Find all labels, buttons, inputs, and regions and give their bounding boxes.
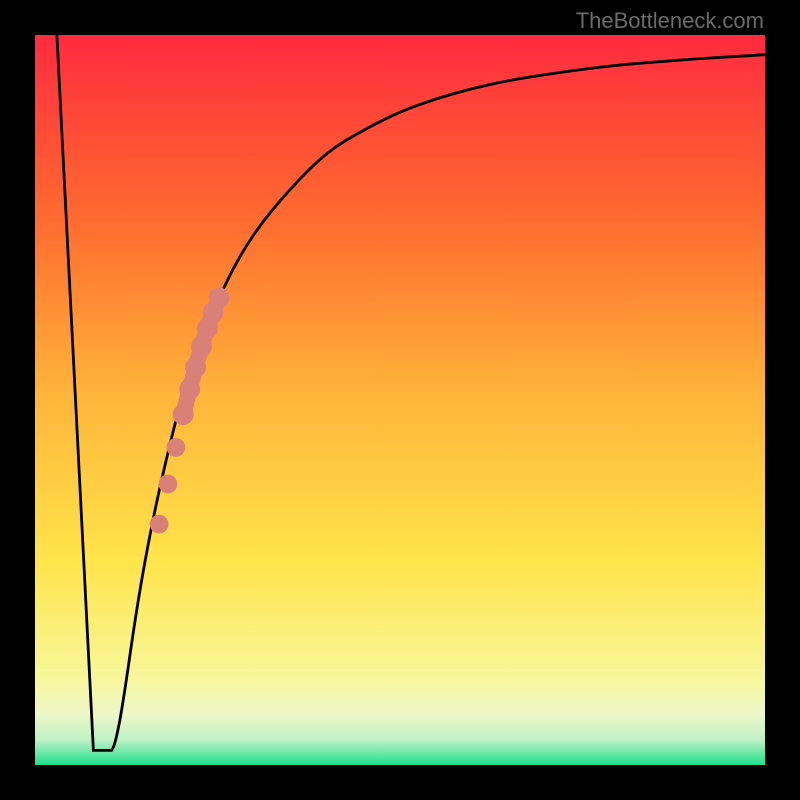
highlight-dots xyxy=(150,287,230,533)
highlight-dot xyxy=(185,357,206,378)
highlight-dot xyxy=(173,404,194,425)
plot-area xyxy=(35,35,765,765)
highlight-dot xyxy=(150,515,169,534)
highlight-dot xyxy=(158,475,177,494)
highlight-dot xyxy=(191,336,212,357)
highlight-dot xyxy=(208,287,229,308)
watermark-text: TheBottleneck.com xyxy=(576,8,764,34)
chart-container: TheBottleneck.com xyxy=(0,0,800,800)
highlight-dot xyxy=(179,379,200,400)
highlight-dot xyxy=(167,438,186,457)
bottleneck-curve xyxy=(57,35,765,750)
curve-layer xyxy=(35,35,765,765)
